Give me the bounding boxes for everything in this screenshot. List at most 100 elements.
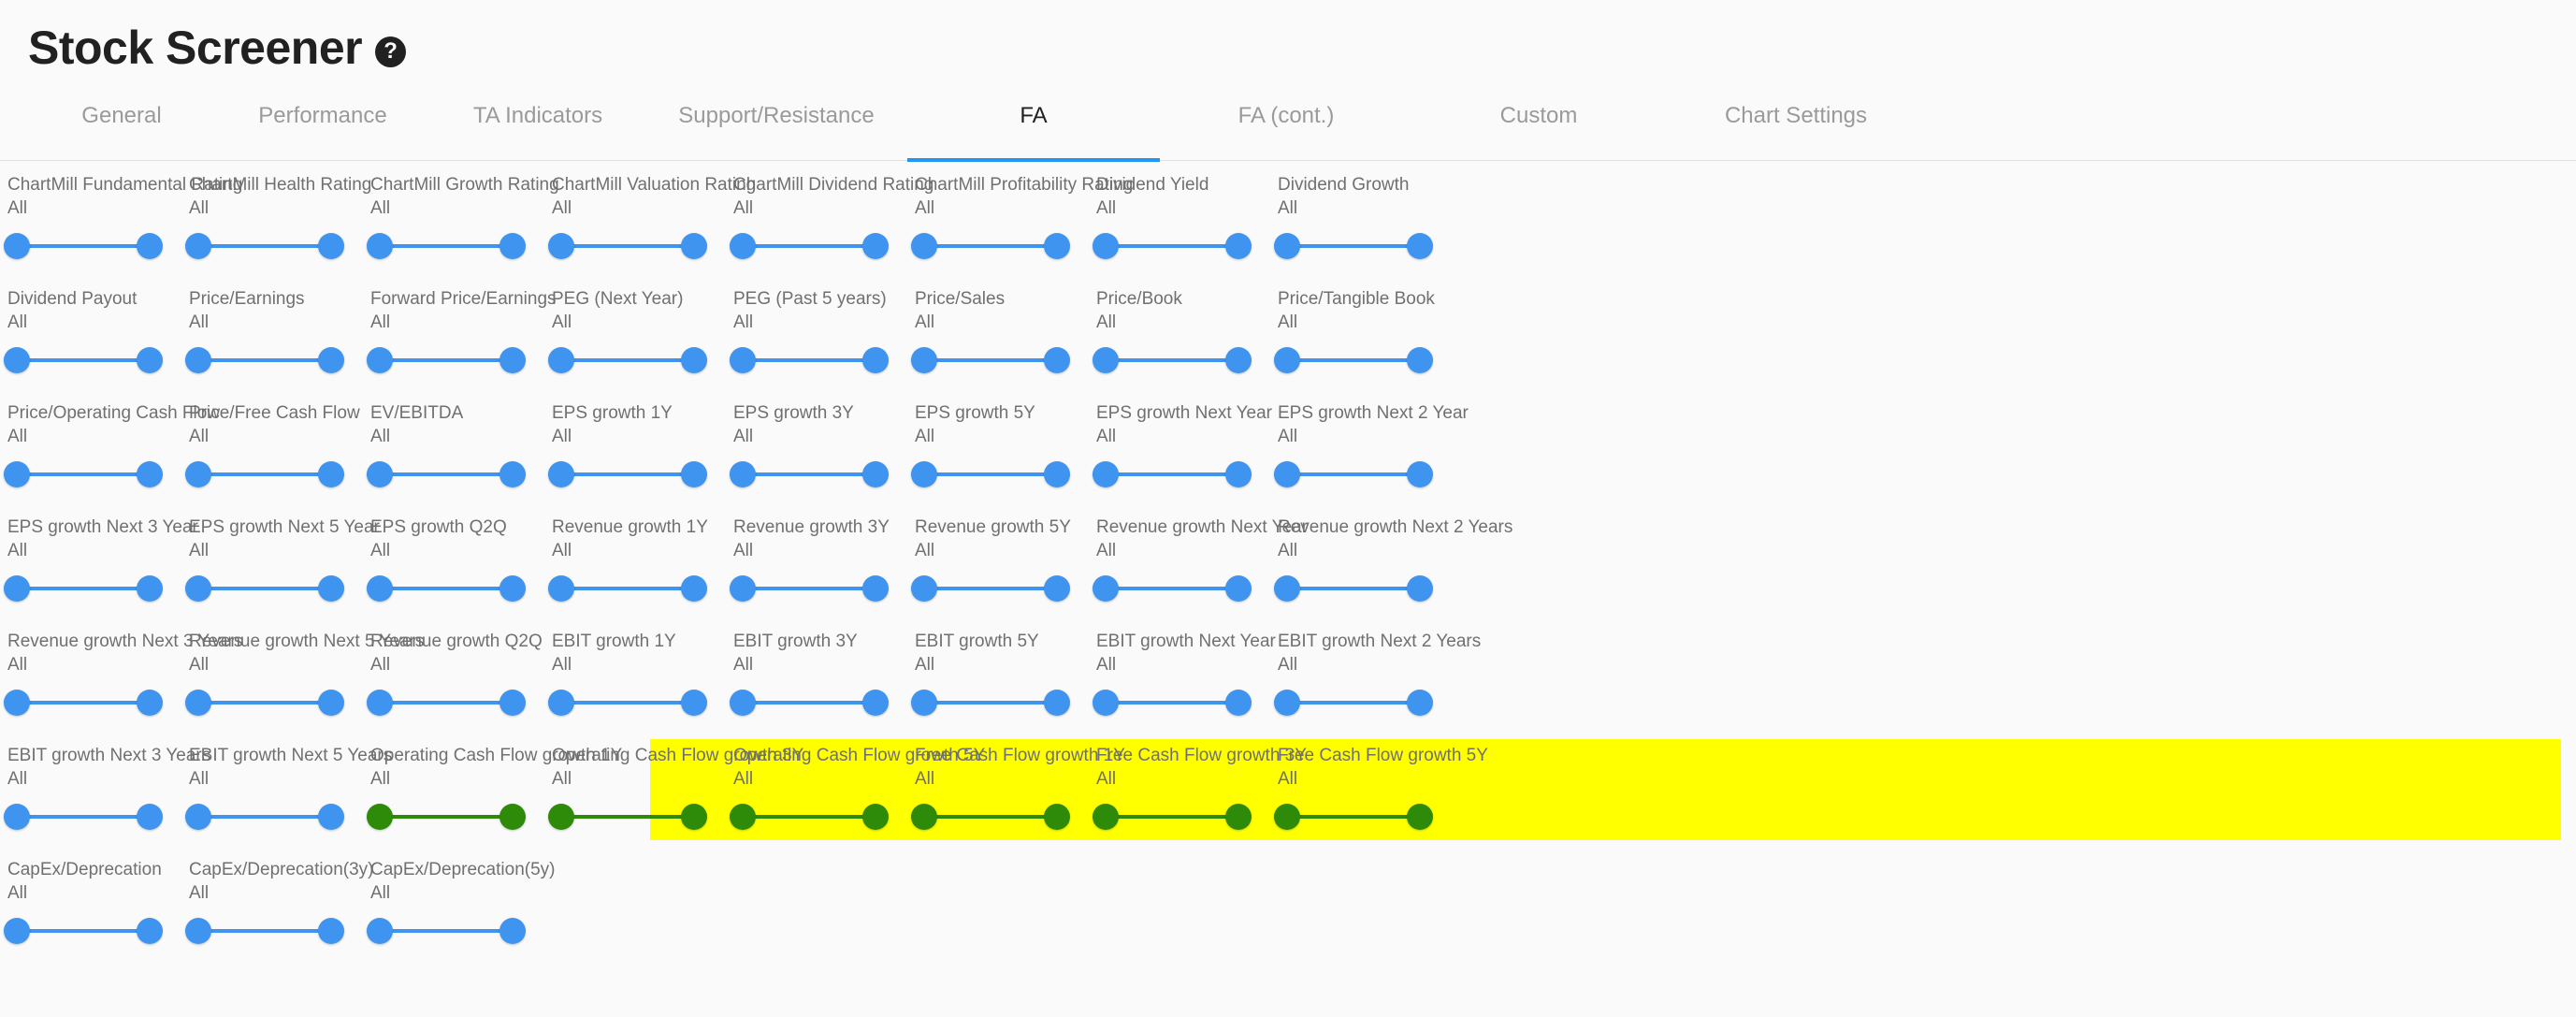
range-slider-price-tangible-book[interactable]	[1274, 347, 1433, 374]
slider-handle-min[interactable]	[1093, 804, 1119, 831]
range-slider-revenue-growth-next-5-years[interactable]	[185, 690, 344, 717]
slider-handle-min[interactable]	[185, 690, 211, 717]
range-slider-revenue-growth-next-year[interactable]	[1093, 575, 1252, 603]
slider-handle-max[interactable]	[499, 347, 526, 374]
range-slider-ebit-growth-next-2-years[interactable]	[1274, 690, 1433, 717]
range-slider-free-cash-flow-growth-3y[interactable]	[1093, 804, 1252, 831]
slider-handle-max[interactable]	[318, 690, 344, 717]
slider-handle-min[interactable]	[4, 461, 30, 488]
slider-handle-min[interactable]	[1274, 690, 1300, 717]
slider-handle-max[interactable]	[1225, 575, 1252, 603]
slider-handle-min[interactable]	[911, 233, 937, 260]
slider-handle-max[interactable]	[1044, 575, 1070, 603]
range-slider-chartmill-health-rating[interactable]	[185, 233, 344, 260]
slider-handle-min[interactable]	[1093, 575, 1119, 603]
slider-handle-max[interactable]	[1407, 690, 1433, 717]
range-slider-dividend-growth[interactable]	[1274, 233, 1433, 260]
slider-handle-max[interactable]	[499, 233, 526, 260]
slider-handle-min[interactable]	[548, 461, 574, 488]
slider-handle-min[interactable]	[1274, 347, 1300, 374]
slider-handle-min[interactable]	[4, 918, 30, 945]
tab-chart-settings[interactable]: Chart Settings	[1665, 103, 1927, 161]
tab-ta-indicators[interactable]: TA Indicators	[430, 103, 645, 161]
slider-handle-max[interactable]	[862, 461, 889, 488]
slider-handle-min[interactable]	[1093, 347, 1119, 374]
slider-handle-min[interactable]	[4, 575, 30, 603]
tab-fa-cont[interactable]: FA (cont.)	[1160, 103, 1412, 161]
slider-handle-max[interactable]	[137, 233, 163, 260]
slider-handle-min[interactable]	[730, 575, 756, 603]
range-slider-free-cash-flow-growth-5y[interactable]	[1274, 804, 1433, 831]
slider-handle-min[interactable]	[367, 918, 393, 945]
slider-handle-max[interactable]	[1044, 347, 1070, 374]
slider-handle-min[interactable]	[911, 690, 937, 717]
slider-handle-min[interactable]	[730, 347, 756, 374]
range-slider-capex-deprecation-5y[interactable]	[367, 918, 526, 945]
slider-handle-max[interactable]	[1407, 461, 1433, 488]
slider-handle-max[interactable]	[499, 575, 526, 603]
range-slider-dividend-payout[interactable]	[4, 347, 163, 374]
range-slider-ebit-growth-next-3-years[interactable]	[4, 804, 163, 831]
slider-handle-min[interactable]	[1274, 804, 1300, 831]
slider-handle-min[interactable]	[367, 347, 393, 374]
slider-handle-max[interactable]	[318, 461, 344, 488]
range-slider-revenue-growth-1y[interactable]	[548, 575, 707, 603]
slider-handle-min[interactable]	[1274, 461, 1300, 488]
slider-handle-max[interactable]	[137, 461, 163, 488]
slider-handle-min[interactable]	[1274, 575, 1300, 603]
range-slider-price-book[interactable]	[1093, 347, 1252, 374]
range-slider-eps-growth-next-5-year[interactable]	[185, 575, 344, 603]
slider-handle-max[interactable]	[318, 347, 344, 374]
range-slider-eps-growth-q2q[interactable]	[367, 575, 526, 603]
slider-handle-max[interactable]	[1044, 233, 1070, 260]
range-slider-price-free-cash-flow[interactable]	[185, 461, 344, 488]
slider-handle-max[interactable]	[499, 461, 526, 488]
slider-handle-min[interactable]	[730, 461, 756, 488]
slider-handle-min[interactable]	[1093, 461, 1119, 488]
range-slider-operating-cash-flow-growth-5y[interactable]	[730, 804, 889, 831]
slider-handle-min[interactable]	[548, 347, 574, 374]
range-slider-operating-cash-flow-growth-1y[interactable]	[367, 804, 526, 831]
slider-handle-max[interactable]	[137, 347, 163, 374]
slider-handle-max[interactable]	[499, 918, 526, 945]
slider-handle-max[interactable]	[137, 690, 163, 717]
slider-handle-max[interactable]	[1225, 690, 1252, 717]
slider-handle-min[interactable]	[367, 575, 393, 603]
range-slider-revenue-growth-next-2-years[interactable]	[1274, 575, 1433, 603]
range-slider-revenue-growth-q2q[interactable]	[367, 690, 526, 717]
range-slider-chartmill-valuation-rating[interactable]	[548, 233, 707, 260]
range-slider-eps-growth-1y[interactable]	[548, 461, 707, 488]
slider-handle-max[interactable]	[681, 461, 707, 488]
range-slider-revenue-growth-next-3-years[interactable]	[4, 690, 163, 717]
range-slider-free-cash-flow-growth-1y[interactable]	[911, 804, 1070, 831]
range-slider-capex-deprecation-3y[interactable]	[185, 918, 344, 945]
slider-handle-min[interactable]	[4, 804, 30, 831]
slider-handle-min[interactable]	[367, 461, 393, 488]
slider-handle-min[interactable]	[185, 918, 211, 945]
slider-handle-min[interactable]	[367, 690, 393, 717]
slider-handle-max[interactable]	[1407, 804, 1433, 831]
slider-handle-max[interactable]	[681, 804, 707, 831]
range-slider-eps-growth-3y[interactable]	[730, 461, 889, 488]
slider-handle-max[interactable]	[318, 918, 344, 945]
range-slider-ebit-growth-next-year[interactable]	[1093, 690, 1252, 717]
slider-handle-min[interactable]	[730, 804, 756, 831]
slider-handle-min[interactable]	[185, 804, 211, 831]
slider-handle-max[interactable]	[1044, 461, 1070, 488]
slider-handle-min[interactable]	[185, 347, 211, 374]
slider-handle-max[interactable]	[681, 575, 707, 603]
slider-handle-min[interactable]	[730, 690, 756, 717]
slider-handle-min[interactable]	[911, 575, 937, 603]
slider-handle-max[interactable]	[1407, 233, 1433, 260]
slider-handle-max[interactable]	[318, 804, 344, 831]
slider-handle-max[interactable]	[862, 575, 889, 603]
range-slider-eps-growth-next-year[interactable]	[1093, 461, 1252, 488]
slider-handle-min[interactable]	[185, 461, 211, 488]
range-slider-price-sales[interactable]	[911, 347, 1070, 374]
range-slider-ebit-growth-next-5-years[interactable]	[185, 804, 344, 831]
range-slider-revenue-growth-5y[interactable]	[911, 575, 1070, 603]
tab-general[interactable]: General	[28, 103, 215, 161]
tab-support-resistance[interactable]: Support/Resistance	[645, 103, 907, 161]
tab-fa[interactable]: FA	[907, 103, 1160, 162]
range-slider-eps-growth-next-2-year[interactable]	[1274, 461, 1433, 488]
